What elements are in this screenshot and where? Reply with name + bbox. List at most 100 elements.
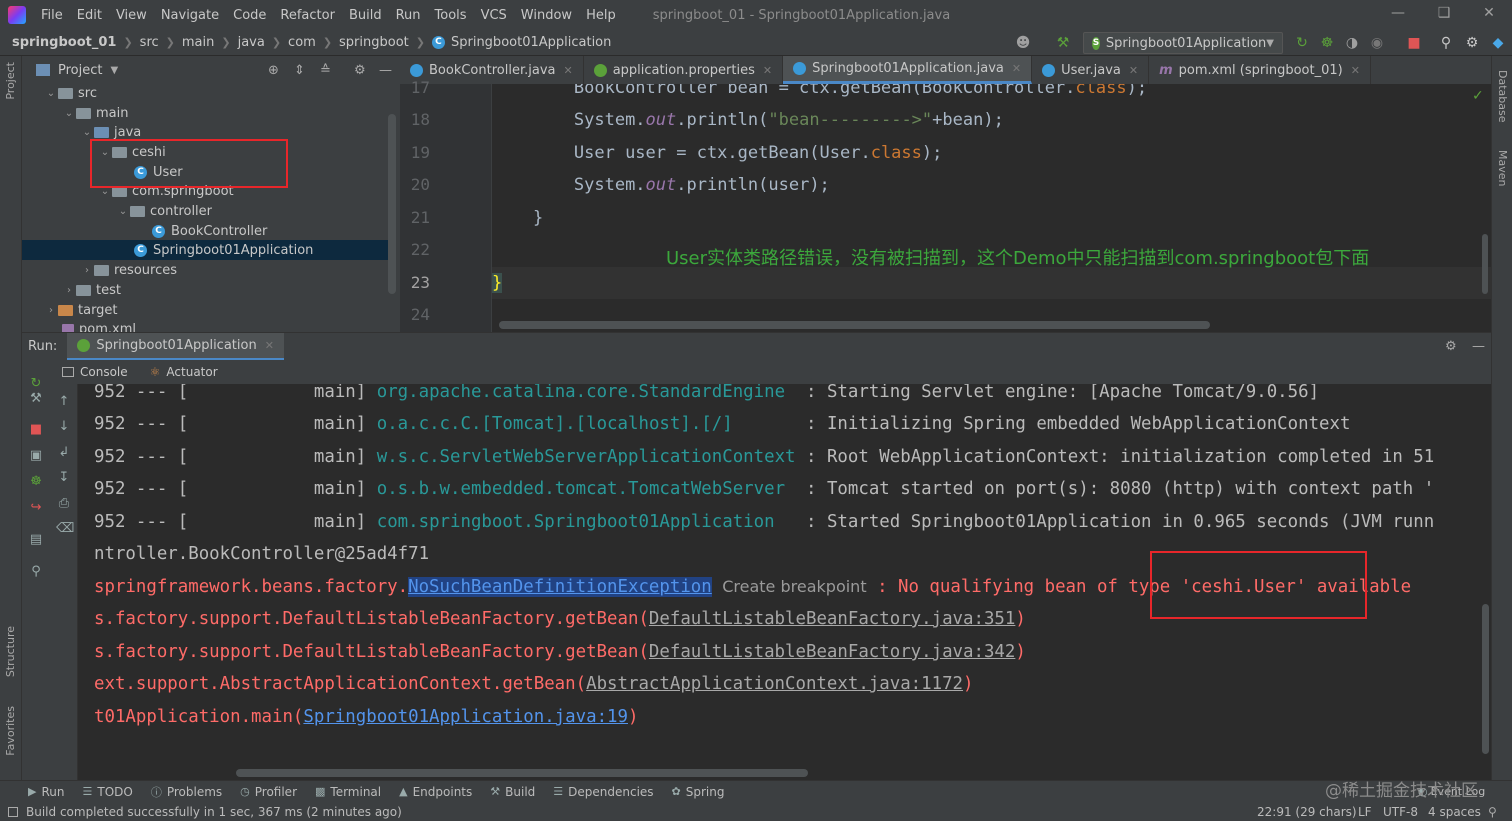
rerun-icon[interactable]: ↻ (1294, 35, 1310, 51)
menu-navigate[interactable]: Navigate (154, 8, 226, 23)
menu-refactor[interactable]: Refactor (273, 8, 342, 23)
indent-setting[interactable]: 4 spaces (1428, 805, 1481, 819)
trash-icon[interactable]: ⌫ (56, 521, 74, 537)
editor-hscrollbar[interactable] (499, 321, 1210, 329)
stop-icon[interactable]: ■ (1406, 35, 1422, 51)
line-separator[interactable]: LF (1358, 805, 1372, 819)
menu-vcs[interactable]: VCS (474, 8, 514, 23)
run-tab[interactable]: Springboot01Application ✕ (67, 332, 284, 361)
caret-position[interactable]: 22:91 (29 chars) (1257, 805, 1357, 819)
plugin-icon[interactable]: ◆ (1490, 35, 1506, 51)
run-config-select[interactable]: S Springboot01Application ▼ (1083, 32, 1283, 54)
breadcrumb-springboot[interactable]: springboot (339, 35, 409, 50)
breadcrumb-project[interactable]: springboot_01 (12, 35, 116, 50)
tree-item-controller[interactable]: ⌄ controller (22, 201, 392, 221)
expand-all-icon[interactable]: ⇕ (294, 63, 305, 78)
gear-icon[interactable]: ⚙ (354, 63, 366, 78)
tab-actuator[interactable]: ⚛ Actuator (150, 365, 218, 379)
menu-file[interactable]: File (34, 8, 70, 23)
code-editor[interactable]: BookController bean = ctx.getBean(BookCo… (492, 84, 1491, 332)
scroll-to-end-icon[interactable]: ↧ (56, 470, 72, 486)
file-encoding[interactable]: UTF-8 (1383, 805, 1418, 819)
tool-todo[interactable]: ☰ TODO (82, 785, 132, 799)
exit-icon[interactable]: ↪ (28, 500, 44, 516)
tool-run[interactable]: ▶ Run (28, 785, 64, 799)
stack-location-link[interactable]: DefaultListableBeanFactory.java:342 (649, 642, 1015, 662)
stack-location-link[interactable]: AbstractApplicationContext.java:1172 (586, 674, 963, 694)
tree-scrollbar[interactable] (388, 114, 396, 294)
tab-pom[interactable]: m pom.xml (springboot_01) ✕ (1149, 56, 1371, 84)
close-icon[interactable]: ✕ (1129, 64, 1138, 77)
create-breakpoint-link[interactable]: Create breakpoint (722, 577, 866, 596)
close-icon[interactable]: ✕ (1012, 62, 1021, 75)
soft-wrap-icon[interactable]: ↲ (56, 445, 72, 461)
rerun-icon[interactable]: ↻ (28, 376, 44, 392)
close-window-icon[interactable]: ✕ (1479, 5, 1499, 25)
user-icon[interactable]: ☻ (1015, 35, 1031, 51)
breadcrumb-class[interactable]: Springboot01Application (451, 35, 611, 50)
minimize-icon[interactable]: — (1388, 5, 1408, 25)
tool-spring[interactable]: ✿ Spring (672, 785, 725, 799)
project-tool-button[interactable]: Project (4, 62, 17, 100)
coverage-icon[interactable]: ◑ (1344, 35, 1360, 51)
close-icon[interactable]: ✕ (1351, 64, 1360, 77)
menu-window[interactable]: Window (514, 8, 579, 23)
wrench-icon[interactable]: ⚒ (28, 391, 44, 407)
tool-dependencies[interactable]: ☰ Dependencies (553, 785, 653, 799)
tree-item-src[interactable]: ⌄ src (22, 84, 392, 103)
panel-toggle-icon[interactable] (8, 806, 18, 817)
tree-item-resources[interactable]: › resources (22, 260, 392, 280)
arrow-up-icon[interactable]: ↑ (56, 394, 72, 410)
maven-tool-button[interactable]: Maven (1496, 150, 1509, 186)
lock-icon[interactable]: ⚲ (1488, 805, 1497, 819)
menu-tools[interactable]: Tools (428, 8, 474, 23)
menu-run[interactable]: Run (389, 8, 428, 23)
tree-item-pom[interactable]: pom.xml (22, 319, 392, 332)
collapse-all-icon[interactable]: ≙ (320, 63, 331, 78)
breadcrumb-main[interactable]: main (182, 35, 214, 50)
stack-location-link[interactable]: DefaultListableBeanFactory.java:351 (649, 609, 1015, 629)
print-icon[interactable]: ⎙ (56, 496, 72, 512)
tool-profiler[interactable]: ◷ Profiler (240, 785, 297, 799)
tab-application-properties[interactable]: application.properties ✕ (584, 56, 784, 84)
debug-icon[interactable]: ☸ (1319, 35, 1335, 51)
pin-icon[interactable]: ⚲ (28, 564, 44, 580)
breadcrumb-src[interactable]: src (140, 35, 159, 50)
editor-vscrollbar[interactable] (1482, 234, 1488, 294)
tool-build[interactable]: ⚒ Build (490, 785, 535, 799)
tool-endpoints[interactable]: ▲ Endpoints (399, 785, 472, 799)
search-icon[interactable]: ⚲ (1438, 35, 1454, 51)
menu-edit[interactable]: Edit (70, 8, 109, 23)
database-tool-button[interactable]: Database (1496, 70, 1509, 123)
gear-icon[interactable]: ⚙ (1445, 339, 1457, 354)
hide-icon[interactable]: — (1472, 339, 1485, 354)
stop-icon[interactable]: ■ (28, 422, 44, 438)
tree-item-springboot01application[interactable]: C Springboot01Application (22, 240, 392, 260)
structure-tool-button[interactable]: Structure (4, 626, 17, 677)
exception-class-link[interactable]: NoSuchBeanDefinitionException (408, 577, 712, 597)
debug-icon[interactable]: ☸ (28, 474, 44, 490)
tab-user[interactable]: User.java ✕ (1032, 56, 1150, 84)
project-panel-title[interactable]: Project (58, 63, 102, 78)
layout-icon[interactable]: ▤ (28, 532, 44, 548)
menu-view[interactable]: View (109, 8, 154, 23)
stack-location-link[interactable]: Springboot01Application.java:19 (303, 707, 628, 727)
chevron-down-icon[interactable]: ▼ (110, 65, 118, 76)
close-icon[interactable]: ✕ (265, 339, 274, 352)
favorites-tool-button[interactable]: Favorites (4, 706, 17, 756)
breadcrumb-com[interactable]: com (288, 35, 316, 50)
tree-item-target[interactable]: › target (22, 300, 392, 320)
tool-problems[interactable]: ⓘ Problems (151, 784, 222, 800)
tree-item-main[interactable]: ⌄ main (22, 103, 392, 123)
menu-code[interactable]: Code (226, 8, 273, 23)
gear-icon[interactable]: ⚙ (1464, 35, 1480, 51)
tree-item-test[interactable]: › test (22, 280, 392, 300)
tool-terminal[interactable]: ▩ Terminal (315, 785, 381, 799)
profile-icon[interactable]: ◉ (1369, 35, 1385, 51)
menu-build[interactable]: Build (342, 8, 389, 23)
breadcrumb-java[interactable]: java (238, 35, 265, 50)
hammer-icon[interactable]: ⚒ (1055, 35, 1071, 51)
tab-springboot01application[interactable]: Springboot01Application.java ✕ (783, 56, 1033, 84)
close-icon[interactable]: ✕ (763, 64, 772, 77)
tab-console[interactable]: Console (62, 365, 128, 379)
